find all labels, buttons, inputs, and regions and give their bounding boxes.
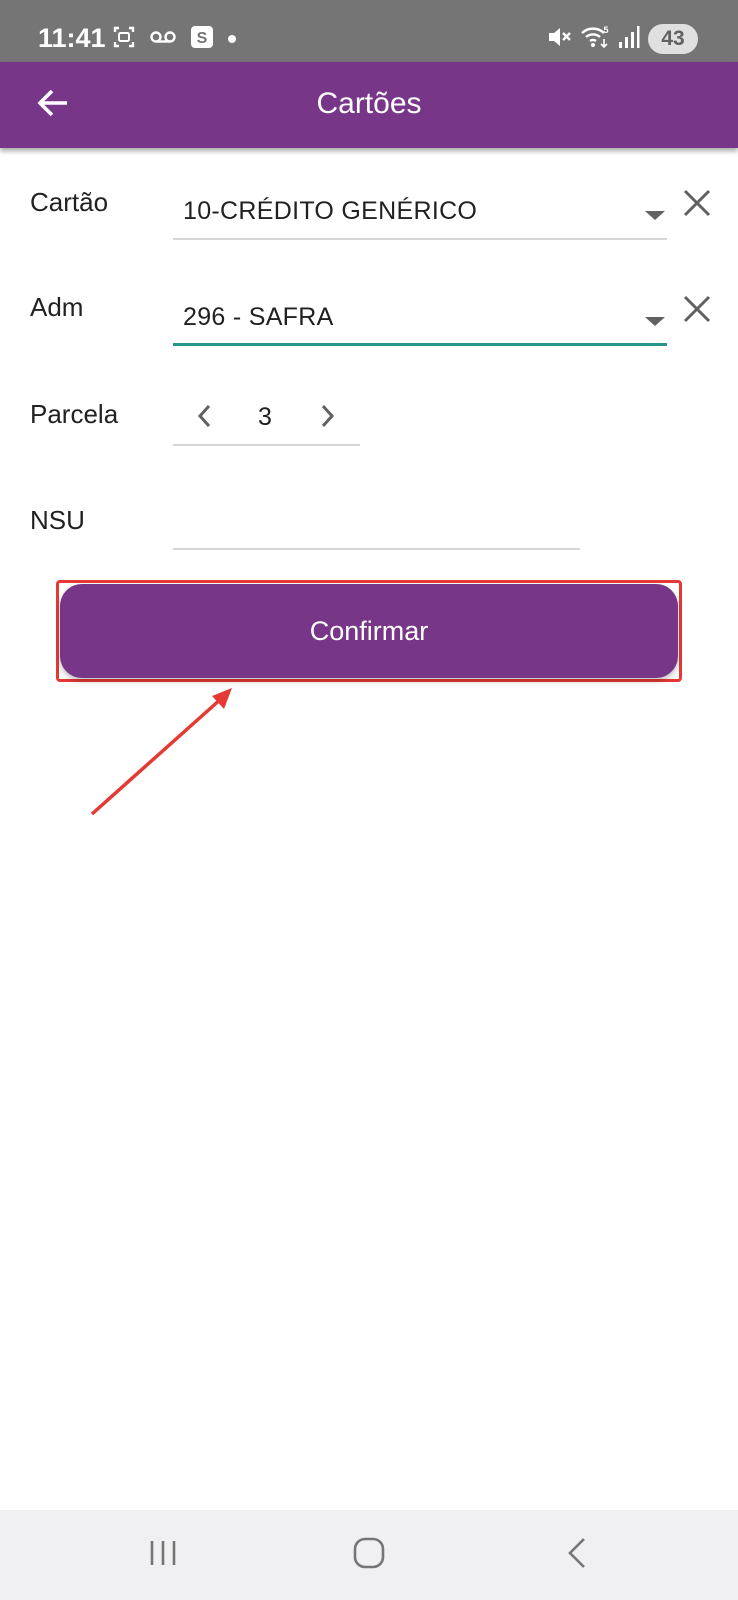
- system-back-button[interactable]: [552, 1532, 602, 1578]
- parcela-decrement-button[interactable]: [187, 400, 223, 436]
- recents-button[interactable]: [138, 1532, 188, 1578]
- notification-dot: [228, 35, 236, 43]
- home-icon: [352, 1536, 386, 1575]
- dropdown-arrow-icon: [645, 211, 665, 220]
- annotation-arrow-icon: [90, 688, 232, 816]
- status-bar: 11:41 S 5 43: [0, 0, 738, 62]
- cartao-select[interactable]: 10-CRÉDITO GENÉRICO: [173, 184, 667, 240]
- confirm-button[interactable]: Confirmar: [60, 584, 678, 678]
- nav-bar: [0, 1510, 738, 1600]
- voicemail-icon: [150, 29, 176, 50]
- nsu-input[interactable]: [173, 496, 580, 550]
- close-icon: [678, 189, 716, 226]
- close-icon: [678, 295, 716, 332]
- svg-text:5: 5: [603, 25, 608, 35]
- status-right-icons: 5 43: [546, 24, 698, 54]
- parcela-stepper: 3: [173, 392, 360, 446]
- cartao-clear-button[interactable]: [678, 184, 716, 222]
- cartao-label: Cartão: [30, 187, 109, 217]
- svg-text:S: S: [197, 30, 208, 47]
- app-bar: Cartões: [0, 62, 738, 148]
- page-title: Cartões: [316, 87, 422, 120]
- mute-icon: [546, 24, 572, 55]
- back-icon: [565, 1536, 589, 1575]
- parcela-increment-button[interactable]: [309, 400, 345, 436]
- adm-clear-button[interactable]: [678, 290, 716, 328]
- parcela-label: Parcela: [30, 399, 119, 429]
- home-button[interactable]: [344, 1532, 394, 1578]
- wifi-icon: 5: [580, 24, 610, 55]
- adm-value: 296 - SAFRA: [183, 303, 334, 331]
- adm-label: Adm: [30, 292, 84, 322]
- signal-icon: [618, 25, 640, 54]
- dropdown-arrow-icon: [645, 317, 665, 326]
- s-app-icon: S: [190, 25, 214, 54]
- recents-icon: [146, 1538, 180, 1573]
- screenshot-icon: [112, 25, 136, 54]
- cartao-value: 10-CRÉDITO GENÉRICO: [183, 197, 478, 225]
- chevron-right-icon: [317, 403, 337, 434]
- chevron-left-icon: [195, 403, 215, 434]
- battery-indicator: 43: [648, 24, 698, 54]
- status-left-icons: S: [112, 25, 236, 54]
- status-time: 11:41: [38, 23, 106, 53]
- parcela-value: 3: [258, 403, 272, 431]
- adm-select[interactable]: 296 - SAFRA: [173, 290, 667, 346]
- nsu-label: NSU: [30, 505, 85, 535]
